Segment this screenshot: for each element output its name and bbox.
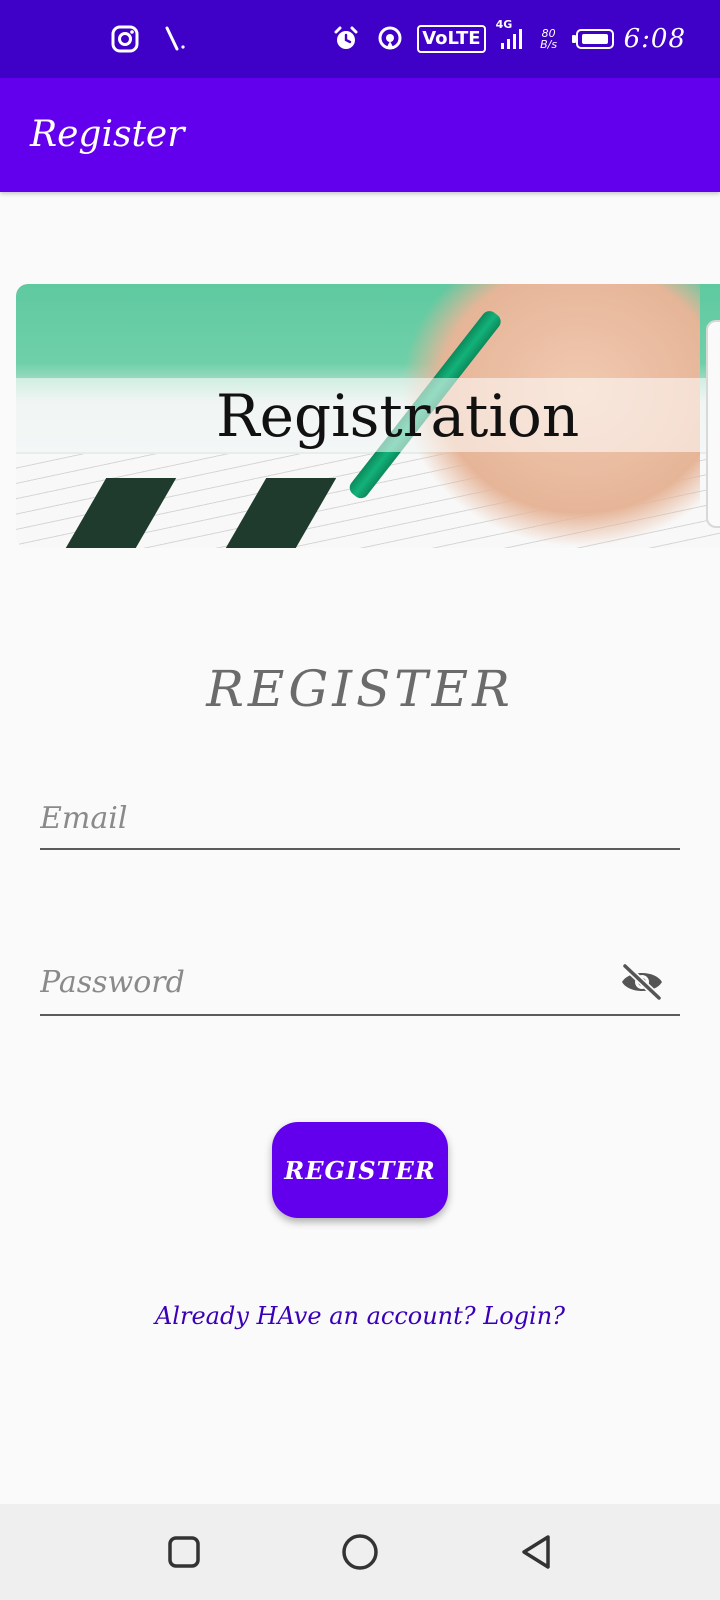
banner-text: Registration — [216, 382, 580, 450]
battery-icon — [571, 29, 614, 49]
pen-icon — [160, 22, 194, 56]
network-type-label: 4G — [495, 18, 513, 31]
speed-unit: B/s — [540, 38, 558, 51]
app-title: Register — [30, 114, 185, 155]
password-field[interactable] — [40, 962, 680, 1016]
system-nav-bar — [0, 1504, 720, 1600]
recents-icon — [166, 1534, 202, 1574]
toggle-password-visibility-button[interactable] — [618, 962, 666, 1006]
login-link[interactable]: Already HAve an account? Login? — [0, 1302, 720, 1330]
signal-icon: 4G — [496, 18, 526, 56]
back-icon — [518, 1533, 554, 1575]
back-button[interactable] — [514, 1532, 558, 1576]
status-right-icons: VoLTE 4G 80 B/s 6:08 — [329, 18, 686, 56]
eye-off-icon — [619, 962, 665, 1006]
home-button[interactable] — [338, 1532, 382, 1576]
home-icon — [340, 1532, 380, 1576]
status-time: 6:08 — [623, 24, 686, 54]
instagram-icon — [108, 22, 142, 56]
status-left-icons — [108, 22, 194, 56]
email-field[interactable] — [40, 800, 680, 850]
network-speed: 80 B/s — [536, 28, 562, 50]
registration-banner-image: Registration — [16, 284, 720, 548]
horizontal-scroll-edge[interactable] — [706, 320, 720, 528]
alarm-icon — [329, 22, 363, 56]
recents-button[interactable] — [162, 1532, 206, 1576]
status-bar: VoLTE 4G 80 B/s 6:08 — [0, 0, 720, 78]
hotspot-icon — [373, 22, 407, 56]
form-heading: REGISTER — [206, 660, 514, 718]
register-button[interactable]: REGISTER — [272, 1122, 448, 1218]
app-bar: Register — [0, 78, 720, 192]
volte-badge: VoLTE — [417, 25, 486, 53]
